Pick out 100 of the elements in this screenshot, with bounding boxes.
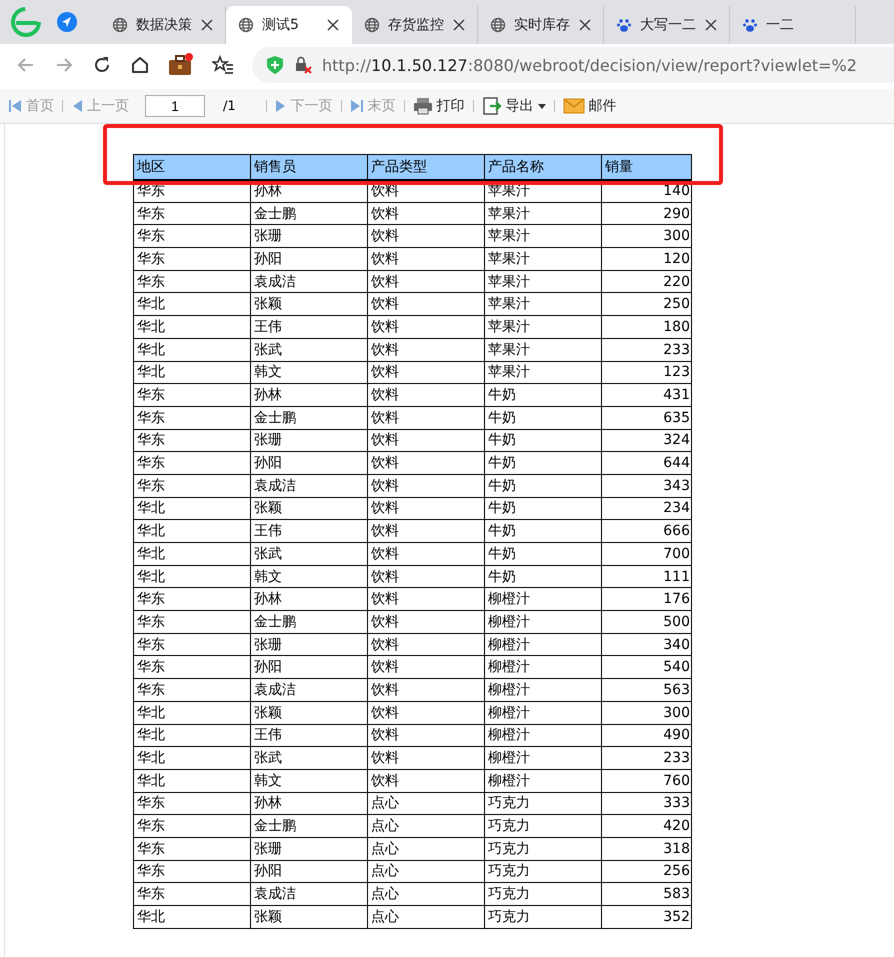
table-cell: 饮料 <box>368 769 484 792</box>
table-cell: 巧克力 <box>484 906 602 928</box>
table-cell: 饮料 <box>368 452 484 474</box>
table-cell: 111 <box>602 565 692 588</box>
table-cell: 牛奶 <box>484 429 602 452</box>
table-cell: 343 <box>602 474 692 498</box>
table-cell: 饮料 <box>368 361 484 384</box>
table-cell: 点心 <box>368 906 484 928</box>
table-cell: 300 <box>602 701 692 724</box>
reload-icon[interactable] <box>92 55 112 75</box>
page-number-field[interactable]: 1 <box>145 95 205 117</box>
table-cell: 饮料 <box>368 542 484 566</box>
table-cell: 巧克力 <box>484 814 602 838</box>
shield-icon <box>266 55 284 75</box>
table-cell: 760 <box>602 769 692 792</box>
table-cell: 华东 <box>134 882 250 906</box>
table-cell: 华北 <box>134 520 250 542</box>
favorites-list-icon[interactable] <box>212 55 234 75</box>
table-cell: 华北 <box>134 542 250 566</box>
table-cell: 袁成洁 <box>250 678 368 702</box>
table-cell: 牛奶 <box>484 542 602 566</box>
table-cell: 饮料 <box>368 338 484 361</box>
table-cell: 王伟 <box>250 724 368 747</box>
table-cell: 666 <box>602 520 692 542</box>
table-cell: 张颖 <box>250 292 368 316</box>
table-cell: 700 <box>602 542 692 566</box>
table-cell: 华东 <box>134 406 250 430</box>
table-cell: 华东 <box>134 224 250 248</box>
column-header: 地区 <box>134 154 250 180</box>
table-cell: 352 <box>602 906 692 928</box>
table-cell: 张珊 <box>250 429 368 452</box>
close-icon[interactable] <box>327 19 339 31</box>
table-cell: 苹果汁 <box>484 338 602 361</box>
table-cell: 巧克力 <box>484 882 602 906</box>
previous-page-icon <box>71 98 83 114</box>
table-cell: 张武 <box>250 338 368 361</box>
table-cell: 饮料 <box>368 678 484 702</box>
close-icon[interactable] <box>201 19 213 31</box>
table-cell: 牛奶 <box>484 384 602 406</box>
table-cell: 420 <box>602 814 692 838</box>
table-cell: 华东 <box>134 452 250 474</box>
table-cell: 金士鹏 <box>250 610 368 634</box>
table-cell: 644 <box>602 452 692 474</box>
table-cell: 饮料 <box>368 724 484 747</box>
table-cell: 华东 <box>134 656 250 679</box>
table-cell: 490 <box>602 724 692 747</box>
envelope-icon <box>562 98 585 114</box>
table-cell: 袁成洁 <box>250 474 368 498</box>
table-cell: 635 <box>602 406 692 430</box>
table-cell: 韩文 <box>250 361 368 384</box>
table-cell: 华北 <box>134 292 250 316</box>
paw-icon <box>742 17 758 33</box>
url-text: http://10.1.50.127:8080/webroot/decision/view/report?viewlet=%2 <box>322 56 857 74</box>
export-icon <box>482 96 502 116</box>
table-cell: 华北 <box>134 338 250 361</box>
table-cell: 苹果汁 <box>484 270 602 293</box>
toolbar-button[interactable]: 打印 <box>410 97 467 115</box>
table-cell: 王伟 <box>250 316 368 338</box>
table-cell: 华东 <box>134 678 250 702</box>
table-cell: 张珊 <box>250 224 368 248</box>
close-icon[interactable] <box>705 19 717 31</box>
table-cell: 柳橙汁 <box>484 769 602 792</box>
table-cell: 180 <box>602 316 692 338</box>
table-cell: 牛奶 <box>484 406 602 430</box>
toolbar-button[interactable]: 导出 <box>480 96 548 116</box>
table-cell: 华东 <box>134 860 250 883</box>
table-cell: 华东 <box>134 384 250 406</box>
table-cell: 583 <box>602 882 692 906</box>
browser-tab[interactable]: 测试5 <box>226 6 352 44</box>
table-cell: 300 <box>602 224 692 248</box>
table-cell: 饮料 <box>368 224 484 248</box>
table-cell: 柳橙汁 <box>484 724 602 747</box>
column-header: 销量 <box>602 154 692 180</box>
table-cell: 饮料 <box>368 565 484 588</box>
globe-icon <box>238 17 254 33</box>
table-cell: 华东 <box>134 474 250 498</box>
table-cell: 饮料 <box>368 656 484 679</box>
table-cell: 540 <box>602 656 692 679</box>
table-cell: 饮料 <box>368 202 484 225</box>
table-cell: 牛奶 <box>484 474 602 498</box>
table-cell: 324 <box>602 429 692 452</box>
table-cell: 张珊 <box>250 633 368 656</box>
table-cell: 苹果汁 <box>484 202 602 225</box>
table-cell: 孙林 <box>250 792 368 815</box>
close-icon[interactable] <box>453 19 465 31</box>
close-icon[interactable] <box>579 19 591 31</box>
table-cell: 饮料 <box>368 406 484 430</box>
column-header: 销售员 <box>250 154 368 180</box>
toolbar-button[interactable]: 邮件 <box>560 97 619 115</box>
table-cell: 340 <box>602 633 692 656</box>
table-cell: 柳橙汁 <box>484 746 602 770</box>
briefcase-icon[interactable] <box>168 53 194 77</box>
table-cell: 饮料 <box>368 292 484 316</box>
table-cell: 柳橙汁 <box>484 633 602 656</box>
table-cell: 苹果汁 <box>484 248 602 270</box>
paw-icon <box>616 17 632 33</box>
address-field[interactable]: http://10.1.50.127:8080/webroot/decision/view/report?viewlet=%2 <box>252 47 894 83</box>
table-cell: 孙阳 <box>250 452 368 474</box>
table-cell: 431 <box>602 384 692 406</box>
home-icon[interactable] <box>130 55 150 75</box>
